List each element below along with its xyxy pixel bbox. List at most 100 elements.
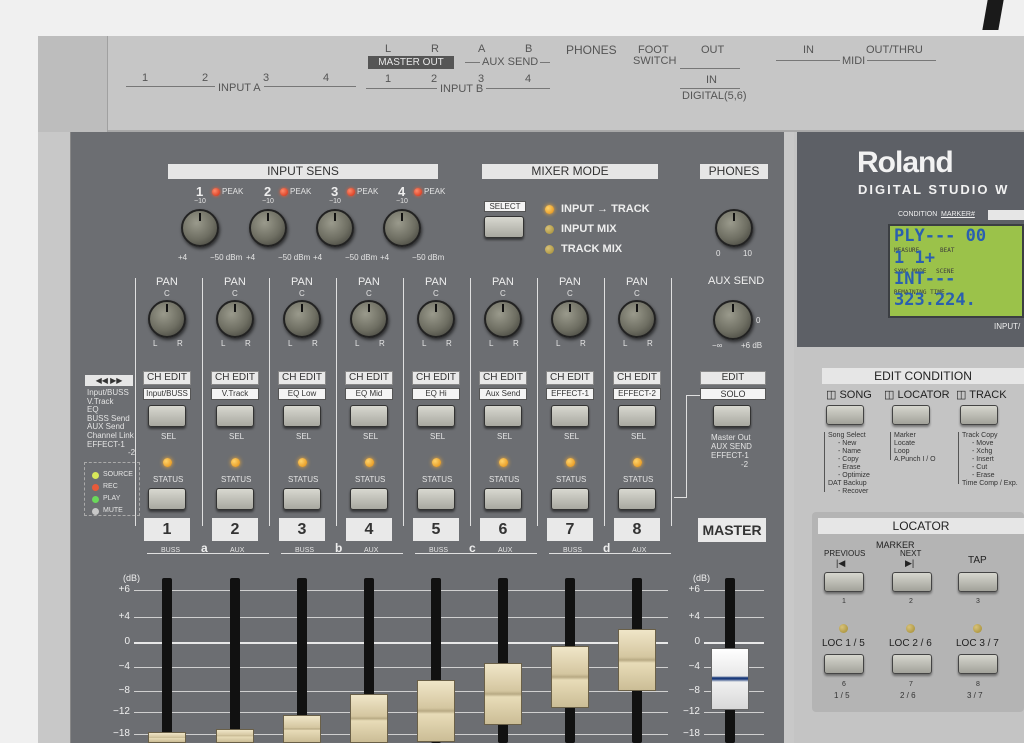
sel-6-button[interactable]: [484, 405, 522, 427]
pan-left-label: L: [153, 339, 158, 348]
fader-8-cap[interactable]: [618, 629, 656, 691]
pan-center-label: C: [164, 289, 170, 298]
mixer-mode-title: MIXER MODE: [482, 164, 658, 179]
status-2-button[interactable]: [216, 488, 254, 510]
pan-6-knob[interactable]: [484, 300, 522, 338]
pan-label: PAN: [224, 276, 246, 288]
pan-2-knob[interactable]: [216, 300, 254, 338]
aux-send-b-label: B: [525, 43, 533, 55]
group-d-label: d: [603, 541, 611, 555]
sel-1-button[interactable]: [148, 405, 186, 427]
status-legend-source-dot: [92, 472, 99, 479]
loc3-button[interactable]: [958, 654, 998, 674]
status-7-button[interactable]: [551, 488, 589, 510]
pan-3-knob[interactable]: [283, 300, 321, 338]
lcd-line-3: INT---: [894, 269, 956, 289]
loc2-button[interactable]: [892, 654, 932, 674]
sel-3-button[interactable]: [283, 405, 321, 427]
status-6-button[interactable]: [484, 488, 522, 510]
condition-bracket: [824, 432, 825, 492]
status-legend-play-label: PLAY: [103, 495, 121, 502]
loc3-label: LOC 3 / 7: [956, 638, 999, 649]
track-button[interactable]: [960, 405, 998, 425]
sel-4-button[interactable]: [350, 405, 388, 427]
sel-7-button[interactable]: [551, 405, 589, 427]
sel-8-button[interactable]: [618, 405, 656, 427]
locator-edit-button[interactable]: [892, 405, 930, 425]
song-label-text: SONG: [839, 389, 872, 401]
sens-3-number: 3: [331, 184, 339, 199]
sens-1-minus50: −50 dBm: [210, 253, 243, 262]
condition-line: - Optimize: [838, 472, 870, 479]
pan-center-label: C: [232, 289, 238, 298]
tap-button[interactable]: [958, 572, 998, 592]
status-5-button[interactable]: [417, 488, 455, 510]
fader-4-cap[interactable]: [350, 694, 388, 743]
master-out-r-label: R: [431, 43, 439, 55]
status-4-button[interactable]: [350, 488, 388, 510]
phones-level-knob[interactable]: [715, 209, 753, 247]
pan-right-label: R: [446, 339, 452, 348]
ch-7-function-label: EFFECT-1: [546, 388, 594, 400]
status-8-button[interactable]: [618, 488, 656, 510]
fader-5-cap[interactable]: [417, 680, 455, 742]
sens-1-number: 1: [196, 184, 204, 199]
input-b-label: INPUT B: [437, 83, 487, 95]
pan-right-label: R: [312, 339, 318, 348]
aux-label: AUX: [498, 547, 513, 554]
pan-8-knob[interactable]: [618, 300, 656, 338]
sel-5-button[interactable]: [417, 405, 455, 427]
status-1-button[interactable]: [148, 488, 186, 510]
pan-4-knob[interactable]: [350, 300, 388, 338]
input-sens-3-knob[interactable]: [316, 209, 354, 247]
input-a-2-label: 2: [202, 72, 209, 84]
condition-line: - Erase: [972, 472, 995, 479]
pan-left-label: L: [623, 339, 628, 348]
master-fader-cap[interactable]: [711, 648, 749, 710]
sel-label: SEL: [363, 432, 379, 441]
pan-5-knob[interactable]: [417, 300, 455, 338]
sel-2-button[interactable]: [216, 405, 254, 427]
condition-line: - Copy: [838, 456, 859, 463]
aux-label: AUX: [230, 547, 245, 554]
midi-in-label: IN: [803, 44, 814, 56]
fader-7-cap[interactable]: [551, 646, 589, 708]
pan-label: PAN: [626, 276, 648, 288]
select-button[interactable]: [484, 216, 524, 238]
pan-1-knob[interactable]: [148, 300, 186, 338]
scale-tick-label: −18: [113, 728, 130, 739]
pan-7-knob[interactable]: [551, 300, 589, 338]
input-sens-1-knob[interactable]: [181, 209, 219, 247]
input-sens-4-knob[interactable]: [383, 209, 421, 247]
scale-tick-line: [134, 642, 668, 644]
condition-line: - Cut: [972, 464, 988, 471]
fader-3-cap[interactable]: [283, 715, 321, 743]
fader-1-cap[interactable]: [148, 732, 186, 743]
previous-button[interactable]: [824, 572, 864, 592]
marker-label: MARKER#: [941, 211, 975, 218]
condition-line: - New: [838, 440, 857, 447]
group-a-label: a: [201, 541, 208, 555]
condition-line: A.Punch I / O: [894, 456, 936, 463]
strip-divider: [202, 278, 203, 526]
fader-6-cap[interactable]: [484, 663, 522, 725]
sel-label: SEL: [229, 432, 245, 441]
status-4-led: [365, 458, 374, 467]
peak-4-led: [414, 188, 422, 196]
aux-send-knob[interactable]: [713, 300, 753, 340]
status-3-button[interactable]: [283, 488, 321, 510]
sel-label: SEL: [161, 432, 177, 441]
song-button[interactable]: [826, 405, 864, 425]
strip-divider: [403, 278, 404, 526]
master-out-l-label: L: [385, 43, 392, 55]
ch-2-function-label: V.Track: [211, 388, 259, 400]
channel-7-number: 7: [547, 518, 593, 541]
fader-2-cap[interactable]: [216, 729, 254, 743]
aux-send-label: AUX SEND: [480, 56, 541, 68]
loc1-button[interactable]: [824, 654, 864, 674]
phones-jack-label: PHONES: [566, 43, 617, 57]
input-sens-2-knob[interactable]: [249, 209, 287, 247]
lcd-line-4: 323.224.: [894, 290, 976, 310]
next-button[interactable]: [892, 572, 932, 592]
solo-button[interactable]: [713, 405, 751, 427]
